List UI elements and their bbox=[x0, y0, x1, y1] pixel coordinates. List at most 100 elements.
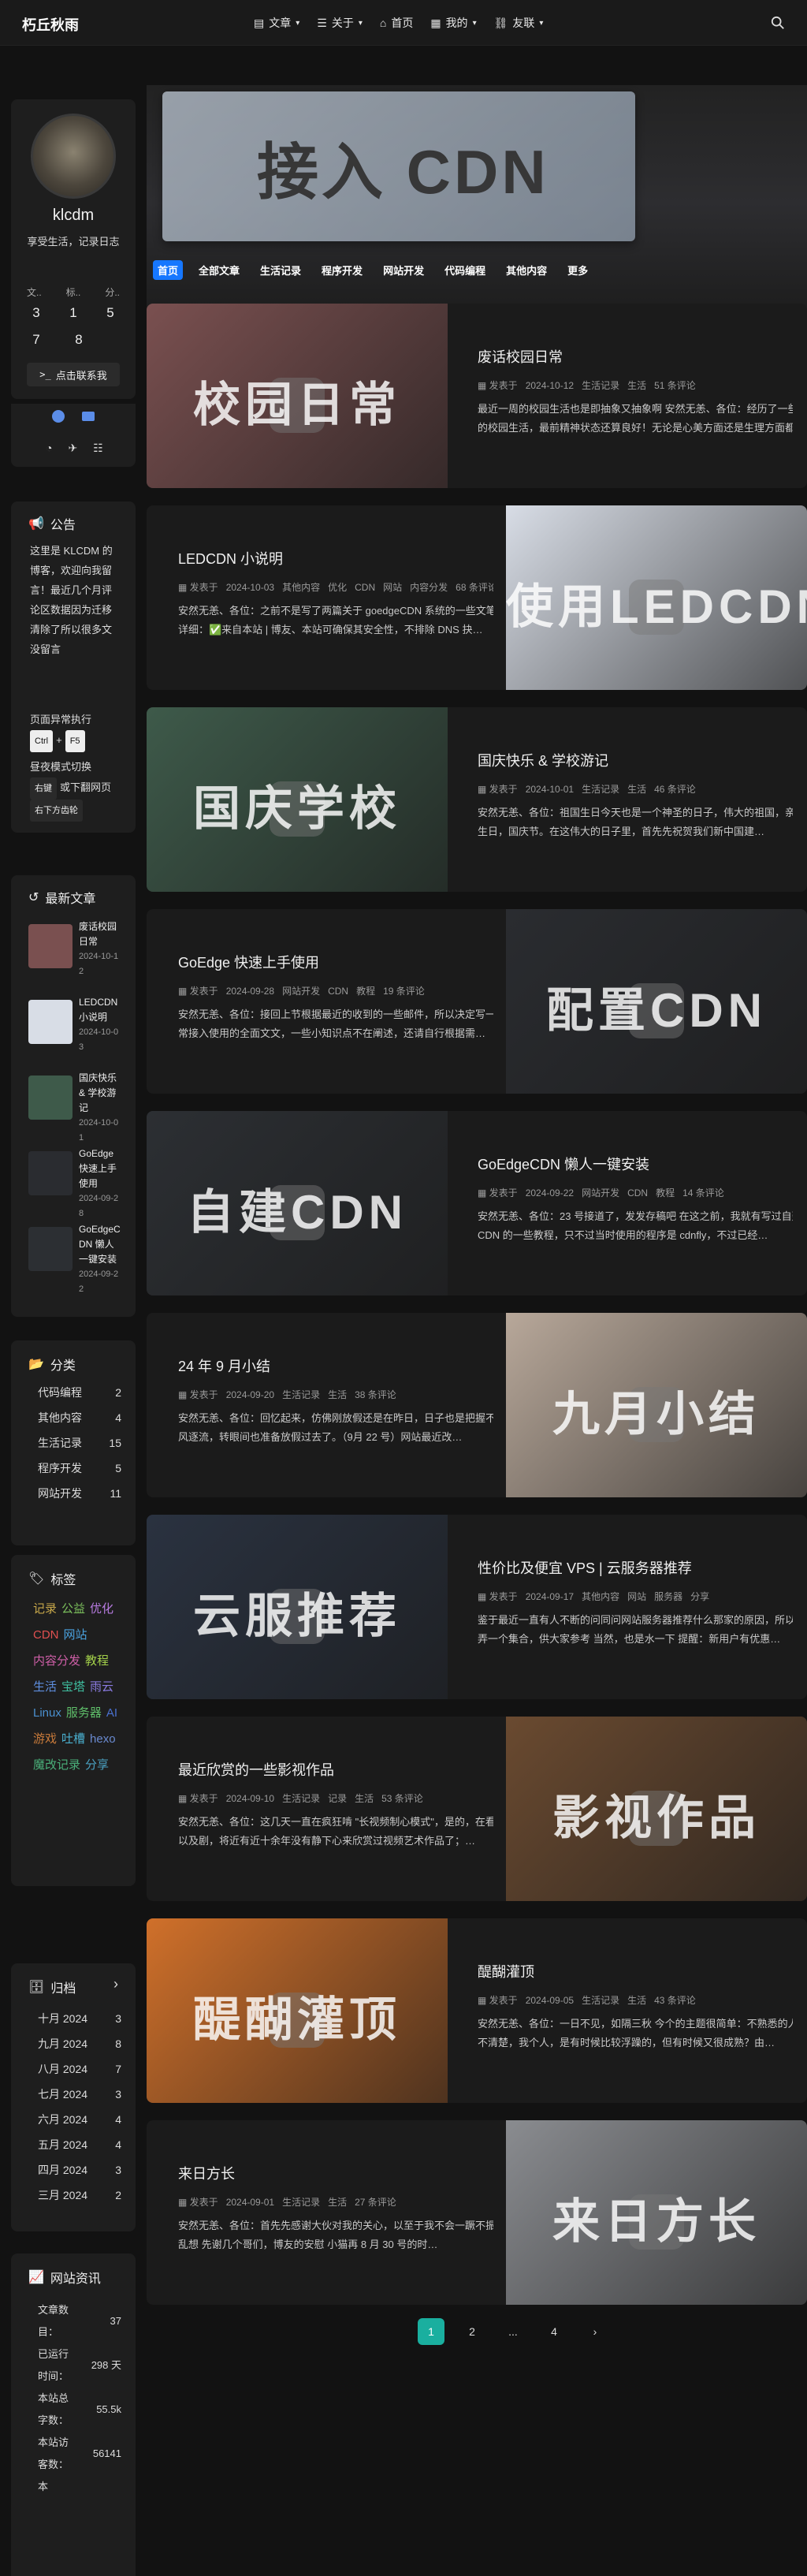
post-comments[interactable]: 53 条评论 bbox=[381, 1793, 423, 1804]
post-comments[interactable]: 46 条评论 bbox=[654, 784, 696, 795]
post-title[interactable]: 醍醐灌顶 bbox=[478, 1961, 534, 1981]
category-item[interactable]: 网站开发 11 bbox=[38, 1481, 121, 1506]
post-title[interactable]: GoEdgeCDN 懒人一键安装 bbox=[478, 1154, 649, 1174]
tag-item[interactable]: 公益 bbox=[61, 1600, 85, 1619]
nav-item-3[interactable]: ▦ 我的 ▾ bbox=[430, 15, 476, 31]
post-title[interactable]: 性价比及便宜 VPS | 云服务器推荐 bbox=[478, 1557, 692, 1578]
post-tag[interactable]: CDN bbox=[627, 1187, 648, 1199]
nav-item-4[interactable]: ⛓ 友联 ▾ bbox=[494, 15, 544, 31]
post-thumbnail[interactable]: 使用LEDCDN bbox=[506, 505, 807, 690]
github-icon[interactable] bbox=[52, 410, 65, 423]
nav-item-0[interactable]: ▤ 文章 ▾ bbox=[254, 15, 299, 31]
recent-post-item[interactable]: 国庆快乐 & 学校游记 2024-10-01 bbox=[28, 1071, 123, 1146]
recent-post-title[interactable]: LEDCDN 小说明 bbox=[79, 995, 123, 1025]
tag-item[interactable]: 内容分发 bbox=[33, 1652, 80, 1671]
tag-item[interactable]: CDN bbox=[33, 1626, 59, 1645]
post-tag[interactable]: 服务器 bbox=[654, 1591, 682, 1602]
contact-button[interactable]: >_ 点击联系我 bbox=[27, 363, 120, 386]
tag-item[interactable]: 生活 bbox=[33, 1678, 57, 1697]
post-thumbnail[interactable]: 云服推荐 bbox=[147, 1515, 448, 1699]
archive-item[interactable]: 四月 2024 3 bbox=[38, 2157, 121, 2183]
hero-image[interactable]: 接入 CDN bbox=[162, 91, 635, 241]
post-tag[interactable]: 生活 bbox=[627, 784, 646, 795]
post-tag[interactable]: 记录 bbox=[328, 1793, 347, 1804]
post-comments[interactable]: 19 条评论 bbox=[383, 986, 425, 997]
post-category[interactable]: 生活记录 bbox=[582, 1995, 619, 2006]
tag-item[interactable]: 分享 bbox=[85, 1756, 109, 1775]
post-category[interactable]: 生活记录 bbox=[282, 2197, 320, 2208]
post-tag[interactable]: CDN bbox=[328, 986, 348, 997]
post-thumbnail[interactable]: 来日方长 bbox=[506, 2120, 807, 2305]
site-brand[interactable]: 朽丘秋雨 bbox=[22, 14, 79, 35]
category-tab[interactable]: 程序开发 bbox=[317, 260, 367, 280]
post-title[interactable]: 最近欣赏的一些影视作品 bbox=[178, 1759, 334, 1780]
nav-item-2[interactable]: ⌂ 首页 bbox=[380, 15, 413, 31]
tag-item[interactable]: 魔改记录 bbox=[33, 1756, 80, 1775]
tag-item[interactable]: 游戏 bbox=[33, 1730, 57, 1749]
search-icon[interactable] bbox=[771, 16, 785, 30]
post-category[interactable]: 网站开发 bbox=[582, 1187, 619, 1199]
post-thumbnail[interactable]: 配置CDN bbox=[506, 909, 807, 1094]
tag-item[interactable]: 记录 bbox=[33, 1600, 57, 1619]
post-tag[interactable]: CDN bbox=[355, 582, 375, 593]
category-item[interactable]: 代码编程 2 bbox=[38, 1380, 121, 1405]
archive-item[interactable]: 六月 2024 4 bbox=[38, 2107, 121, 2132]
post-tag[interactable]: 网站 bbox=[627, 1591, 646, 1602]
post-tag[interactable]: 分享 bbox=[690, 1591, 709, 1602]
archive-item[interactable]: 七月 2024 3 bbox=[38, 2082, 121, 2107]
recent-post-title[interactable]: GoEdgeCDN 懒人一键安装 bbox=[79, 1222, 123, 1267]
page-button[interactable]: 2 bbox=[459, 2318, 485, 2345]
post-thumbnail[interactable]: 国庆学校 bbox=[147, 707, 448, 892]
post-card[interactable]: 云服推荐 性价比及便宜 VPS | 云服务器推荐 ▦ 发表于 2024-09-17 其他… bbox=[147, 1515, 807, 1699]
tag-item[interactable]: 服务器 bbox=[66, 1704, 102, 1723]
post-tag[interactable]: 教程 bbox=[656, 1187, 675, 1199]
category-item[interactable]: 程序开发 5 bbox=[38, 1456, 121, 1481]
tag-item[interactable]: hexo bbox=[90, 1730, 116, 1749]
post-tag[interactable]: 生活 bbox=[355, 1793, 374, 1804]
post-category[interactable]: 网站开发 bbox=[282, 986, 320, 997]
recent-post-thumb[interactable] bbox=[28, 1076, 73, 1120]
tag-item[interactable]: Linux bbox=[33, 1704, 61, 1723]
recent-post-thumb[interactable] bbox=[28, 1000, 73, 1044]
post-comments[interactable]: 68 条评论 bbox=[456, 582, 493, 593]
post-card[interactable]: 九月小结 24 年 9 月小结 ▦ 发表于 2024-09-20 生活记录 生活 38 条评… bbox=[147, 1313, 807, 1497]
post-title[interactable]: GoEdge 快速上手使用 bbox=[178, 952, 319, 972]
archive-more-icon[interactable]: › bbox=[113, 1976, 118, 1993]
post-category[interactable]: 生活记录 bbox=[282, 1389, 320, 1400]
post-category[interactable]: 生活记录 bbox=[282, 1793, 320, 1804]
post-thumbnail[interactable]: 影视作品 bbox=[506, 1717, 807, 1901]
tag-item[interactable]: 宝塔 bbox=[61, 1678, 85, 1697]
post-card[interactable]: 校园日常 废话校园日常 ▦ 发表于 2024-10-12 生活记录 生活 51 条评论 最近一… bbox=[147, 304, 807, 488]
post-tag[interactable]: 网站 bbox=[383, 582, 402, 593]
category-tab[interactable]: 生活记录 bbox=[255, 260, 306, 280]
archive-item[interactable]: 八月 2024 7 bbox=[38, 2056, 121, 2082]
post-card[interactable]: 自建CDN GoEdgeCDN 懒人一键安装 ▦ 发表于 2024-09-22 网站开发… bbox=[147, 1111, 807, 1295]
sitemap-icon[interactable]: ☷ bbox=[93, 442, 103, 455]
recent-post-item[interactable]: GoEdge 快速上手使用 2024-09-28 bbox=[28, 1146, 123, 1222]
next-page-button[interactable]: › bbox=[582, 2318, 608, 2345]
post-comments[interactable]: 38 条评论 bbox=[355, 1389, 396, 1400]
category-item[interactable]: 生活记录 15 bbox=[38, 1430, 121, 1456]
post-title[interactable]: 废话校园日常 bbox=[478, 346, 563, 367]
post-card[interactable]: 来日方长 来日方长 ▦ 发表于 2024-09-01 生活记录 生活 27 条评论 安然无恙、… bbox=[147, 2120, 807, 2305]
post-title[interactable]: LEDCDN 小说明 bbox=[178, 548, 283, 569]
post-category[interactable]: 其他内容 bbox=[582, 1591, 619, 1602]
post-tag[interactable]: 内容分发 bbox=[410, 582, 448, 593]
avatar[interactable] bbox=[31, 114, 116, 199]
archive-item[interactable]: 三月 2024 2 bbox=[38, 2183, 121, 2208]
tag-item[interactable]: AI bbox=[106, 1704, 117, 1723]
post-title[interactable]: 国庆快乐 & 学校游记 bbox=[478, 750, 608, 770]
post-card[interactable]: 醍醐灌顶 醍醐灌顶 ▦ 发表于 2024-09-05 生活记录 生活 43 条评论 安然无恙、… bbox=[147, 1918, 807, 2103]
recent-post-item[interactable]: LEDCDN 小说明 2024-10-03 bbox=[28, 995, 123, 1071]
category-tab[interactable]: 全部文章 bbox=[194, 260, 244, 280]
post-comments[interactable]: 51 条评论 bbox=[654, 380, 696, 391]
post-thumbnail[interactable]: 自建CDN bbox=[147, 1111, 448, 1295]
tag-item[interactable]: 雨云 bbox=[90, 1678, 113, 1697]
archive-item[interactable]: 十月 2024 3 bbox=[38, 2006, 121, 2031]
category-item[interactable]: 其他内容 4 bbox=[38, 1405, 121, 1430]
category-tab[interactable]: 更多 bbox=[563, 260, 593, 280]
stat-value[interactable]: 1 bbox=[64, 305, 83, 321]
archive-item[interactable]: 九月 2024 8 bbox=[38, 2031, 121, 2056]
post-card[interactable]: 国庆学校 国庆快乐 & 学校游记 ▦ 发表于 2024-10-01 生活记录 生活 46 条… bbox=[147, 707, 807, 892]
stat-value[interactable]: 3 bbox=[27, 305, 46, 321]
